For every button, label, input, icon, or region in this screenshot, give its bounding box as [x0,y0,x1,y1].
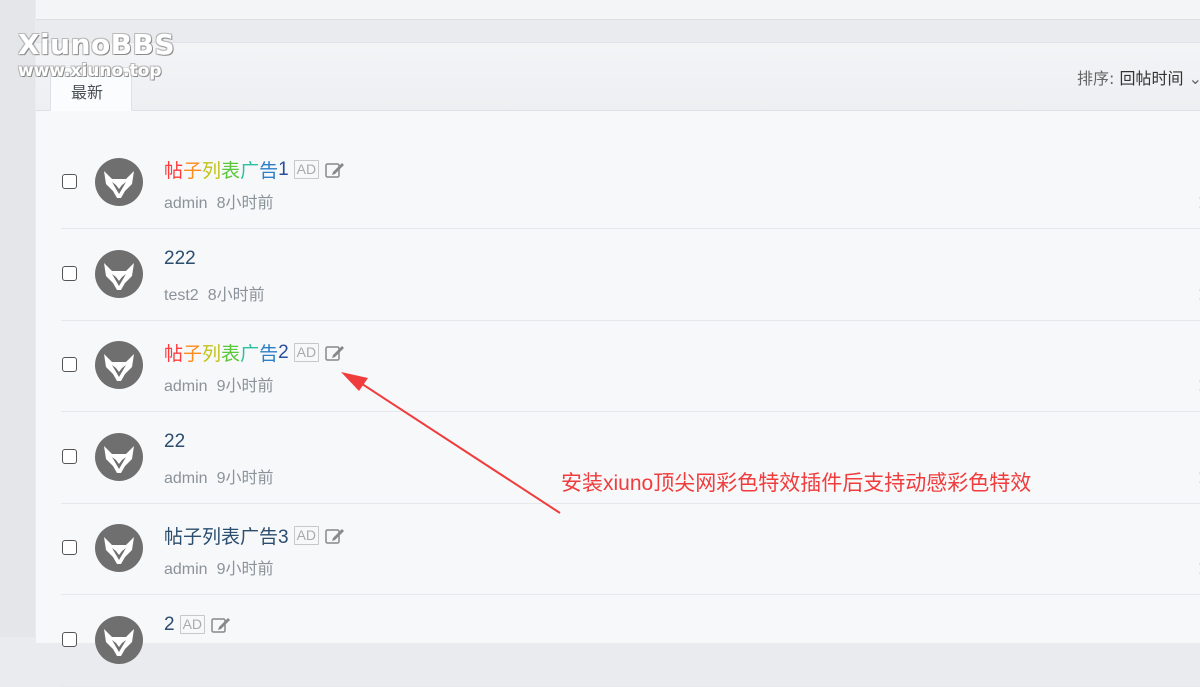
thread-author[interactable]: admin [164,561,208,578]
thread-checkbox[interactable] [62,448,77,464]
avatar[interactable] [95,524,143,572]
annotation-text: 安装xiuno顶尖网彩色特效插件后支持动感彩色特效 [561,472,1032,495]
left-gutter [0,0,35,637]
watermark: XiunoBBS www.xiuno.top [18,30,175,82]
thread-author[interactable]: admin [164,195,208,212]
thread-time: 8小时前 [207,286,265,304]
thread-time: 9小时前 [216,561,274,578]
thread-title-text: 帖子列表广告3 [164,527,289,548]
tab-latest-label: 最新 [71,83,104,102]
thread-title-text: 2 [278,341,289,363]
thread-title[interactable]: 帖子列表广告 2 AD [164,339,345,366]
edit-icon[interactable] [325,344,345,362]
watermark-title: XiunoBBS [18,28,176,61]
thread-checkbox[interactable] [62,357,77,372]
thread-row[interactable]: 帖子列表广告 1 AD admin 8小时前 [61,137,1200,229]
thread-meta: admin 9小时前 [164,464,273,488]
thread-row[interactable]: 帖子列表广告 2 AD admin 9小时前 [61,320,1200,412]
thread-author[interactable]: admin [164,378,208,395]
thread-meta: admin 9小时前 [164,372,273,396]
avatar[interactable] [95,249,143,298]
thread-checkbox[interactable] [62,540,77,555]
thread-row[interactable]: 帖子列表广告3 AD admin 9小时前 [61,503,1200,595]
card-header: 最新 排序: 回帖时间 ⌄ [36,43,1200,111]
thread-title[interactable]: 帖子列表广告3 AD [164,522,345,549]
thread-title[interactable]: 22 [164,431,185,453]
thread-time: 8小时前 [216,195,274,212]
thread-checkbox[interactable] [62,174,77,189]
edit-icon[interactable] [211,616,231,634]
watermark-url: www.xiuno.top [18,61,162,81]
thread-title[interactable]: 222 [164,248,196,270]
thread-title-text: 广 [240,161,260,182]
thread-meta: admin 8小时前 [164,189,273,213]
thread-list-card: 最新 排序: 回帖时间 ⌄ 帖子列表广告 1 AD admin 8小时前 222 test2… [36,42,1200,687]
edit-icon[interactable] [325,161,345,179]
thread-title-text: 22 [164,430,186,452]
thread-checkbox[interactable] [62,265,77,281]
thread-title-text: 表 [221,161,241,182]
thread-title-text: 列 [202,161,222,182]
ad-badge: AD [293,343,320,362]
thread-title-text: 表 [221,344,241,365]
ad-badge: AD [293,526,320,545]
top-panel [36,0,1200,20]
thread-title-text: 告 [259,344,279,365]
avatar[interactable] [95,432,143,481]
thread-title[interactable]: 2 AD [164,614,231,636]
sort-label: 排序: [1076,69,1115,88]
thread-title-text: 子 [183,344,203,365]
thread-title-text: 2 [164,613,175,635]
thread-title-text: 帖 [164,161,184,182]
thread-row[interactable]: 2 AD [61,595,1200,687]
chevron-down-icon: ⌄ [1188,69,1200,88]
thread-author[interactable]: test2 [164,287,199,304]
thread-title-text: 列 [202,344,222,365]
avatar[interactable] [95,341,143,389]
thread-title-text: 子 [183,161,203,182]
thread-time: 9小时前 [216,378,274,395]
edit-icon[interactable] [325,527,345,545]
thread-title-text: 广 [240,344,260,365]
avatar[interactable] [95,158,143,206]
thread-row[interactable]: 222 test2 8小时前 [61,229,1200,321]
thread-time: 9小时前 [216,469,274,487]
thread-title-text: 帖 [164,344,184,365]
thread-meta: admin 9小时前 [164,555,273,579]
thread-title-text: 222 [164,247,196,269]
thread-checkbox[interactable] [62,631,77,647]
thread-meta: test2 8小时前 [164,281,265,305]
ad-badge: AD [179,615,206,634]
avatar[interactable] [95,615,143,664]
ad-badge: AD [293,160,320,179]
sort-value: 回帖时间 [1119,69,1184,88]
thread-title[interactable]: 帖子列表广告 1 AD [164,156,345,183]
thread-title-text: 告 [259,161,279,182]
thread-title-text: 1 [278,158,289,180]
thread-author[interactable]: admin [164,470,208,487]
sort-dropdown[interactable]: 排序: 回帖时间 ⌄ [1077,65,1200,89]
